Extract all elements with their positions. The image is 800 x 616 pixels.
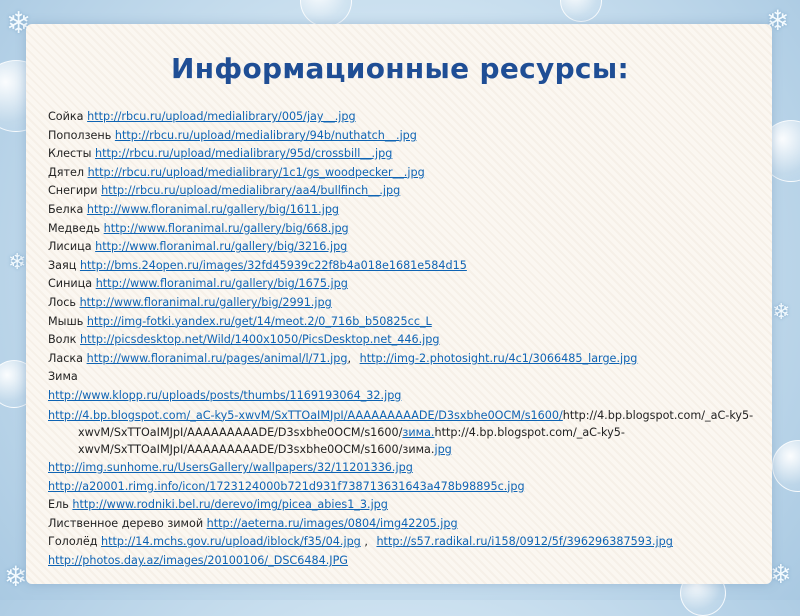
item-label: Волк [48,333,80,347]
resource-link[interactable]: http://www.floranimal.ru/gallery/big/167… [96,277,348,290]
item-label: Гололёд [48,535,98,549]
resource-link[interactable]: http://rbcu.ru/upload/medialibrary/94b/n… [115,129,417,142]
resource-link[interactable]: http://rbcu.ru/upload/medialibrary/95d/c… [95,147,392,160]
item-label: Поползень [48,128,112,142]
page-title: Информационные ресурсы: [171,52,629,85]
list-item: Поползень http://rbcu.ru/upload/medialib… [48,127,760,146]
list-item: Ель http://www.rodniki.bel.ru/derevo/img… [48,496,760,515]
frost-bubble [560,0,602,22]
list-item: Лисица http://www.floranimal.ru/gallery/… [48,238,760,257]
item-label: Белка [48,202,84,216]
resource-list: Сойка http://rbcu.ru/upload/medialibrary… [48,108,760,571]
resource-link[interactable]: jpg [434,443,451,456]
item-label: Клесты [48,147,92,161]
item-label: Сойка [48,110,84,123]
resource-link[interactable]: http://www.rodniki.bel.ru/derevo/img/pic… [72,498,388,511]
resource-link[interactable]: http://www.floranimal.ru/gallery/big/161… [87,203,339,216]
resource-link[interactable]: http://aeterna.ru/images/0804/img42205.j… [207,517,458,530]
snowflake-icon: ❄ [772,300,791,325]
snowflake-icon: ❄ [770,560,792,590]
item-label: Синица [48,277,93,291]
list-item: Мышь http://img-fotki.yandex.ru/get/14/m… [48,313,760,332]
list-item: http://img.sunhome.ru/UsersGallery/wallp… [48,459,760,478]
frost-bubble [772,440,800,492]
item-label: Заяц [48,258,77,272]
resource-link[interactable]: http://www.floranimal.ru/gallery/big/299… [80,296,332,309]
separator: , [347,351,352,365]
list-item: Гололёд http://14.mchs.gov.ru/upload/ibl… [48,533,760,552]
resource-link[interactable]: http://a20001.rimg.info/icon/1723124000b… [48,480,525,493]
list-item: Синица http://www.floranimal.ru/gallery/… [48,275,760,294]
list-item: Зима [48,368,760,387]
resource-link[interactable]: http://4.bp.blogspot.com/_aC-ky5-xwvM/Sx… [48,409,563,422]
resource-link-secondary[interactable]: http://img-2.photosight.ru/4c1/3066485_l… [360,352,638,365]
list-item: Белка http://www.floranimal.ru/gallery/b… [48,201,760,220]
resource-link[interactable]: http://img.sunhome.ru/UsersGallery/wallp… [48,461,413,474]
list-item: Медведь http://www.floranimal.ru/gallery… [48,220,760,239]
item-label: Мышь [48,314,84,328]
item-label: Зима [48,370,78,384]
resource-link[interactable]: http://img-fotki.yandex.ru/get/14/meot.2… [87,315,432,328]
list-item: http://a20001.rimg.info/icon/1723124000b… [48,478,760,497]
resource-link[interactable]: http://photos.day.az/images/20100106/_DS… [48,554,348,567]
resource-link[interactable]: http://www.floranimal.ru/gallery/big/321… [95,240,347,253]
item-label: Медведь [48,221,101,235]
list-item: Волк http://picsdesktop.net/Wild/1400x10… [48,331,760,350]
item-label: Ласка [48,351,84,365]
resource-link[interactable]: http://14.mchs.gov.ru/upload/iblock/f35/… [101,535,361,548]
item-label: Снегири [48,184,98,198]
list-item: Снегири http://rbcu.ru/upload/medialibra… [48,182,760,201]
list-item: Клесты http://rbcu.ru/upload/medialibrar… [48,145,760,164]
resource-link[interactable]: http://www.floranimal.ru/gallery/big/668… [104,222,349,235]
list-item: Лиственное дерево зимой http://aeterna.r… [48,515,760,534]
resource-link-secondary[interactable]: http://s57.radikal.ru/i158/0912/5f/39629… [376,535,672,548]
resource-link[interactable]: http://picsdesktop.net/Wild/1400x1050/Pi… [80,333,439,346]
snowflake-icon: ❄ [8,250,27,275]
resource-link[interactable]: зима. [402,426,434,439]
resource-link[interactable]: http://bms.24open.ru/images/32fd45939c22… [80,259,467,272]
list-item: Ласка http://www.floranimal.ru/pages/ani… [48,350,760,369]
item-label: Лось [48,295,77,309]
list-item: Сойка http://rbcu.ru/upload/medialibrary… [48,108,760,127]
item-label: Лисица [48,240,92,254]
item-label: Дятел [48,165,85,179]
resource-link[interactable]: http://rbcu.ru/upload/medialibrary/005/j… [87,110,355,123]
item-label: Лиственное дерево зимой [48,516,207,530]
list-item: Дятел http://rbcu.ru/upload/medialibrary… [48,164,760,183]
list-item: http://4.bp.blogspot.com/_aC-ky5-xwvM/Sx… [48,407,760,459]
item-label: Ель [48,498,69,512]
resource-link[interactable]: http://rbcu.ru/upload/medialibrary/1c1/g… [88,166,425,179]
snowflake-icon: ❄ [4,560,28,593]
resource-link[interactable]: http://www.klopp.ru/uploads/posts/thumbs… [48,389,401,402]
list-item: http://www.klopp.ru/uploads/posts/thumbs… [48,387,760,406]
list-item: http://photos.day.az/images/20100106/_DS… [48,552,760,571]
frost-bubble [300,0,352,27]
resource-link[interactable]: http://rbcu.ru/upload/medialibrary/aa4/b… [101,184,400,197]
resource-link[interactable]: http://www.floranimal.ru/pages/animal/l/… [87,352,348,365]
list-item: Лось http://www.floranimal.ru/gallery/bi… [48,294,760,313]
list-item: Заяц http://bms.24open.ru/images/32fd459… [48,257,760,276]
separator: , [360,535,368,549]
